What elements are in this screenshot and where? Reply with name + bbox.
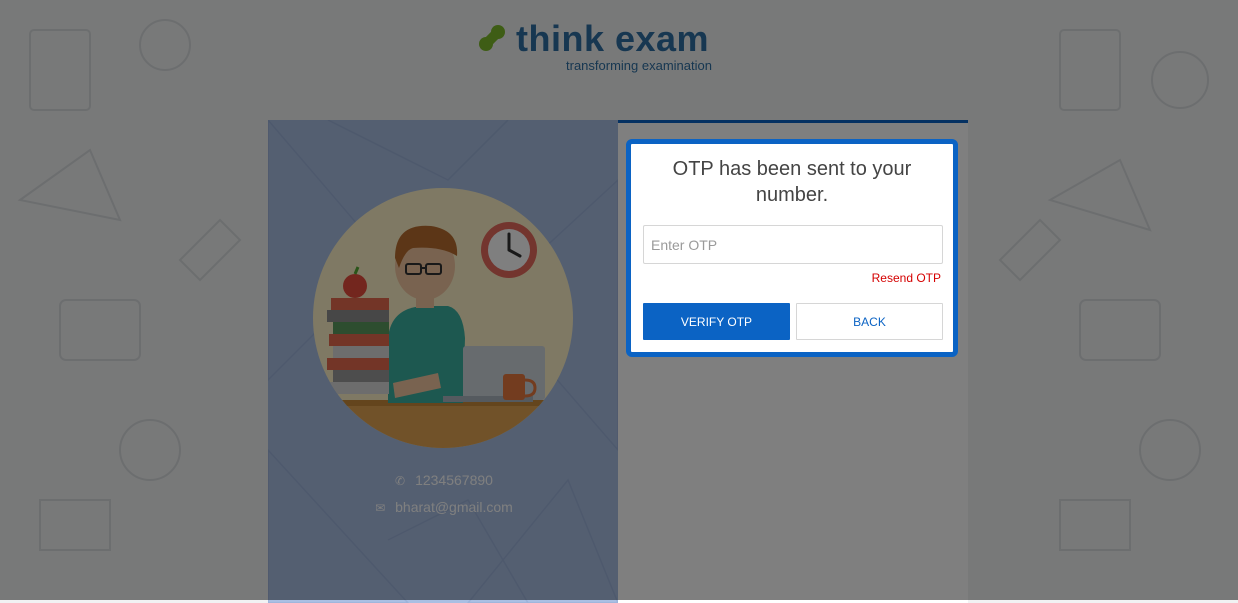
resend-otp-link[interactable]: Resend OTP xyxy=(872,271,941,285)
back-button[interactable]: BACK xyxy=(796,303,943,340)
modal-backdrop[interactable] xyxy=(0,0,1238,600)
otp-input[interactable] xyxy=(643,225,943,264)
verify-otp-button[interactable]: VERIFY OTP xyxy=(643,303,790,340)
modal-title: OTP has been sent to your number. xyxy=(672,158,912,206)
otp-modal: OTP has been sent to your number. Resend… xyxy=(626,139,958,357)
